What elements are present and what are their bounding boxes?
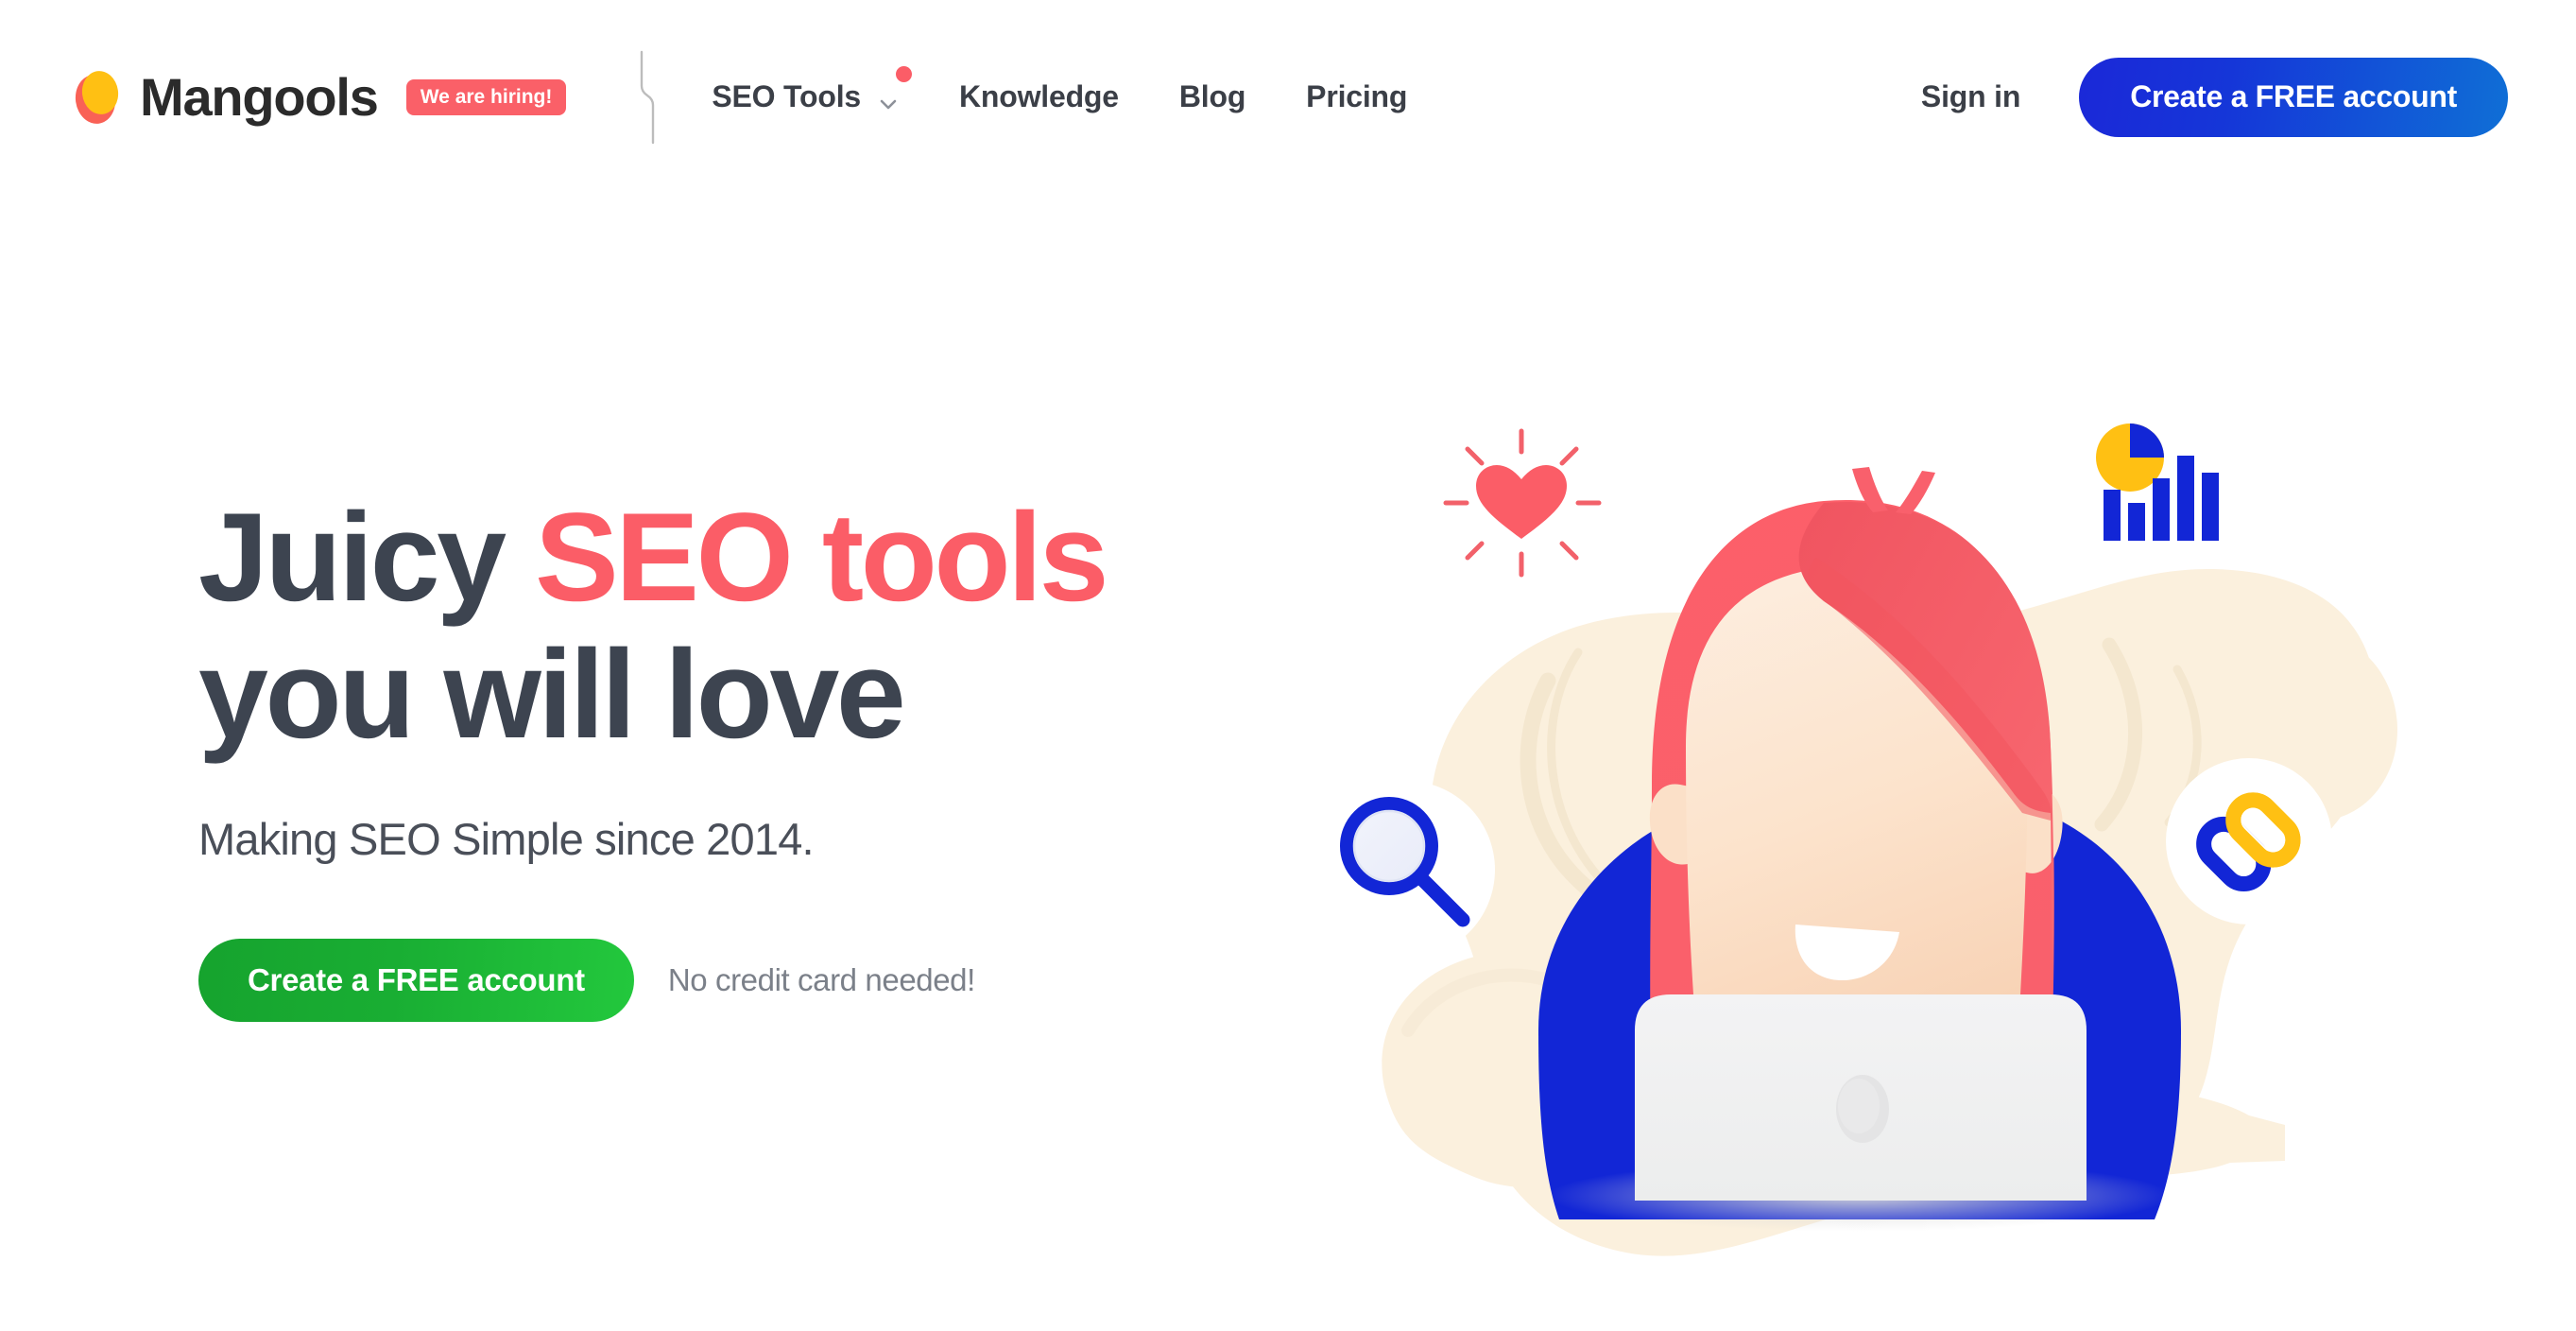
- main-navigation: SEO Tools Knowledge Blog Pricing: [712, 66, 1407, 114]
- hiring-badge[interactable]: We are hiring!: [405, 78, 567, 115]
- landing-page: Mangools We are hiring! SEO Tools Knowle…: [0, 0, 2576, 1331]
- nav-label-blog: Blog: [1178, 79, 1246, 113]
- woman-at-laptop-illustration: [1295, 369, 2410, 1295]
- link-icon-bubble: [2166, 758, 2332, 925]
- laptop-logo-icon: [1836, 1075, 1889, 1143]
- magnifier-icon-bubble: [1317, 781, 1495, 959]
- nav-label-seo-tools: SEO Tools: [712, 79, 861, 113]
- brand-name: Mangools: [140, 66, 379, 127]
- hero-text-block: Juicy SEO tools you will love Making SEO…: [198, 492, 1200, 1022]
- nav-item-pricing[interactable]: Pricing: [1306, 79, 1407, 114]
- heart-icon-bubble: [1438, 423, 1605, 589]
- sign-in-link[interactable]: Sign in: [1921, 79, 2020, 114]
- logo-link[interactable]: Mangools: [72, 66, 379, 127]
- page-title: Juicy SEO tools: [198, 492, 1200, 625]
- page-title-line-2: you will love: [198, 624, 906, 765]
- hero-subheadline: Making SEO Simple since 2014.: [198, 813, 815, 864]
- mango-logo-icon: [72, 68, 122, 127]
- hero-cta-row: Create a FREE account No credit card nee…: [198, 938, 1200, 1022]
- header-actions: Sign in Create a FREE account: [1921, 57, 2508, 137]
- nav-label-pricing: Pricing: [1306, 79, 1408, 113]
- hero-cta-note: No credit card needed!: [667, 961, 975, 997]
- nav-item-blog[interactable]: Blog: [1179, 79, 1245, 114]
- headline-accent: SEO tools: [535, 488, 1109, 628]
- nav-label-knowledge: Knowledge: [959, 79, 1119, 113]
- chevron-down-icon: [878, 87, 899, 109]
- brand-group: Mangools We are hiring!: [72, 50, 712, 145]
- zigzag-divider-icon: [630, 50, 662, 145]
- chart-icon-bubble: [2088, 399, 2258, 569]
- nav-item-seo-tools[interactable]: SEO Tools: [712, 66, 912, 114]
- site-header: Mangools We are hiring! SEO Tools Knowle…: [0, 0, 2576, 194]
- notification-dot-icon: [896, 66, 912, 82]
- header-create-account-button[interactable]: Create a FREE account: [2079, 57, 2508, 137]
- hero-create-account-button[interactable]: Create a FREE account: [198, 938, 634, 1022]
- headline-part-1: Juicy: [198, 488, 536, 628]
- nav-item-knowledge[interactable]: Knowledge: [959, 79, 1119, 114]
